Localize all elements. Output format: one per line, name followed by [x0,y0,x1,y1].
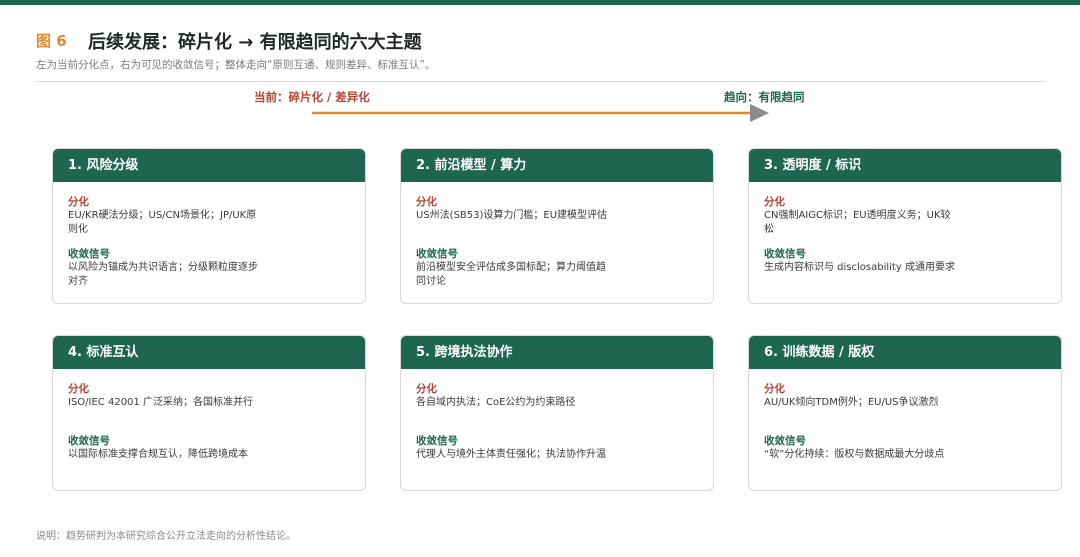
theme-card-transparency: 3. 透明度 / 标识 分化 CN强制AIGC标识；EU透明度义务；UK较松 收… [748,148,1062,304]
trend-arrow [312,104,769,122]
figure-number: 图 6 [36,32,67,50]
theme-card-risk-tiering: 1. 风险分级 分化 EU/KR硬法分级；US/CN场景化；JP/UK原则化 收… [52,148,366,304]
card-title: 1. 风险分级 [53,149,365,182]
convergence-label: 收敛信号 [416,248,458,260]
footnote: 说明：趋势研判为本研究综合公开立法走向的分析性结论。 [36,531,296,542]
card-title: 6. 训练数据 / 版权 [749,336,1061,369]
top-accent-bar [0,0,1080,5]
card-title: 5. 跨境执法协作 [401,336,713,369]
convergence-text: 代理人与境外主体责任强化；执法协作升温 [416,449,606,460]
divergence-text: CN强制AIGC标识；EU透明度义务；UK较松 [764,210,951,235]
card-title: 2. 前沿模型 / 算力 [401,149,713,182]
convergence-label: 收敛信号 [68,248,110,260]
convergence-text: 以风险为锚成为共识语言；分级颗粒度逐步对齐 [68,262,258,287]
divergence-text: EU/KR硬法分级；US/CN场景化；JP/UK原则化 [68,210,257,235]
divergence-label: 分化 [68,383,89,395]
convergence-label: 收敛信号 [764,435,806,447]
divergence-text: 各自域内执法；CoE公约为约束路径 [416,397,576,408]
divergence-label: 分化 [764,383,785,395]
divergence-label: 分化 [416,196,437,208]
card-title: 4. 标准互认 [53,336,365,369]
convergence-text: 生成内容标识与 disclosability 成通用要求 [764,262,955,273]
trend-arrow-head [750,104,769,122]
convergence-text: 前沿模型安全评估成多国标配；算力阈值趋同讨论 [416,262,606,287]
theme-card-training-data-copyright: 6. 训练数据 / 版权 分化 AU/UK倾向TDM例外；EU/US争议激烈 收… [748,335,1062,491]
card-title: 3. 透明度 / 标识 [749,149,1061,182]
convergence-text: “软”分化持续：版权与数据成最大分歧点 [764,449,945,460]
divergence-label: 分化 [416,383,437,395]
theme-card-frontier-models: 2. 前沿模型 / 算力 分化 US州法(SB53)设算力门槛；EU建模型评估 … [400,148,714,304]
convergence-label: 收敛信号 [416,435,458,447]
figure-title: 后续发展：碎片化 → 有限趋同的六大主题 [88,32,422,53]
theme-card-standards-recognition: 4. 标准互认 分化 ISO/IEC 42001 广泛采纳；各国标准并行 收敛信… [52,335,366,491]
convergence-text: 以国际标准支撑合规互认，降低跨境成本 [68,449,248,460]
convergence-label: 收敛信号 [68,435,110,447]
header-divider [36,81,1046,82]
divergence-text: US州法(SB53)设算力门槛；EU建模型评估 [416,210,608,221]
figure-subtitle: 左为当前分化点，右为可见的收敛信号；整体走向“原则互通、规则差异、标准互认”。 [36,59,436,71]
divergence-label: 分化 [764,196,785,208]
convergence-label: 收敛信号 [764,248,806,260]
divergence-text: AU/UK倾向TDM例外；EU/US争议激烈 [764,397,939,408]
divergence-label: 分化 [68,196,89,208]
theme-card-cross-border-enforcement: 5. 跨境执法协作 分化 各自域内执法；CoE公约为约束路径 收敛信号 代理人与… [400,335,714,491]
divergence-text: ISO/IEC 42001 广泛采纳；各国标准并行 [68,397,253,408]
